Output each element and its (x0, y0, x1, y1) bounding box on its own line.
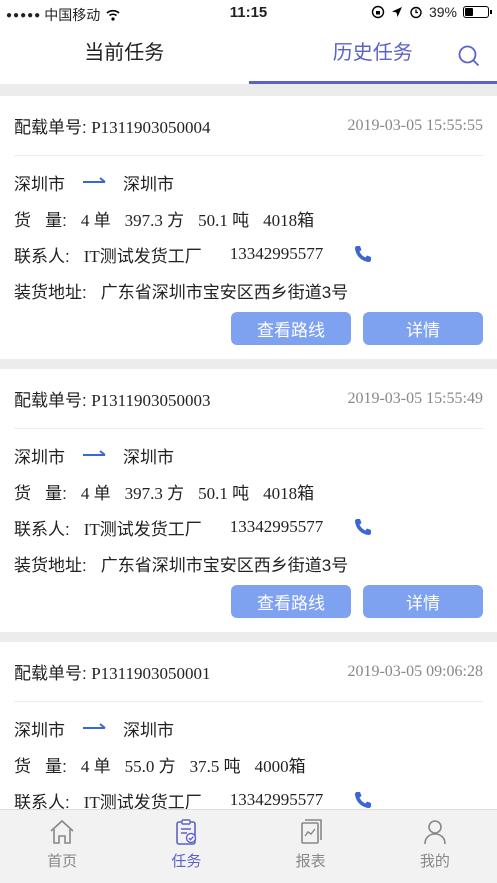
address-row: 装货地址: 广东省深圳市宝安区西乡街道3号 (14, 545, 483, 581)
nav-tasks[interactable]: 任务 (124, 810, 248, 883)
route-origin: 深圳市 (14, 174, 65, 194)
task-tabs: 当前任务 历史任务 (0, 26, 497, 84)
cargo-weight: 37.5 吨 (189, 756, 241, 776)
arrow-right-icon (83, 450, 106, 456)
cargo-weight: 50.1 吨 (198, 483, 250, 503)
contact-name: IT测试发货工厂 (83, 519, 202, 539)
order-number: 配载单号: P1311903050003 (14, 391, 211, 410)
order-list: 配载单号: P1311903050004 2019-03-05 15:55:55… (0, 96, 497, 828)
phone-icon[interactable] (353, 790, 373, 810)
alarm-icon (410, 6, 422, 19)
status-bar: ●●●●● 中国移动 11:15 39% (0, 0, 497, 26)
route-destination: 深圳市 (123, 720, 174, 740)
orientation-lock-icon (371, 5, 385, 19)
order-datetime: 2019-03-05 15:55:49 (347, 389, 483, 407)
cargo-orders: 4 单 (80, 483, 111, 503)
cargo-row: 货 量: 4 单 397.3 方 50.1 吨 4018箱 (14, 473, 483, 509)
card-actions: 查看路线 详情 (14, 581, 483, 632)
cargo-row: 货 量: 4 单 397.3 方 50.1 吨 4018箱 (14, 200, 483, 236)
contact-phone: 13342995577 (229, 517, 324, 536)
nav-tasks-label: 任务 (171, 853, 202, 870)
arrow-right-icon (83, 723, 106, 729)
cargo-label: 货 量: (14, 756, 67, 776)
location-arrow-icon (391, 7, 402, 17)
address-label: 装货地址: (14, 282, 87, 302)
tab-current-tasks[interactable]: 当前任务 (0, 26, 249, 84)
route-destination: 深圳市 (123, 447, 174, 467)
order-card[interactable]: 配载单号: P1311903050003 2019-03-05 15:55:49… (0, 369, 497, 632)
address-label: 装货地址: (14, 555, 87, 575)
details-button[interactable]: 详情 (363, 312, 483, 345)
cargo-boxes: 4018箱 (263, 210, 315, 230)
battery-icon (463, 6, 492, 18)
arrow-right-icon (83, 177, 106, 183)
contact-name: IT测试发货工厂 (83, 246, 202, 266)
battery-percent: 39% (428, 4, 457, 20)
address-value: 广东省深圳市宝安区西乡街道3号 (100, 555, 349, 575)
route-row: 深圳市 深圳市 (14, 710, 483, 746)
address-row: 装货地址: 广东省深圳市宝安区西乡街道3号 (14, 272, 483, 308)
details-button[interactable]: 详情 (363, 585, 483, 618)
contact-row: 联系人: IT测试发货工厂 13342995577 (14, 509, 483, 545)
contact-label: 联系人: (14, 519, 70, 539)
nav-reports[interactable]: 报表 (249, 810, 373, 883)
cargo-volume: 55.0 方 (124, 756, 176, 776)
order-header: 配载单号: P1311903050003 2019-03-05 15:55:49 (14, 369, 483, 429)
card-actions: 查看路线 详情 (14, 308, 483, 359)
home-icon (50, 819, 74, 844)
contact-row: 联系人: IT测试发货工厂 13342995577 (14, 236, 483, 272)
cargo-boxes: 4018箱 (263, 483, 315, 503)
bottom-nav: 首页 任务 报表 我的 (0, 809, 497, 883)
user-icon (424, 820, 446, 845)
nav-mine-label: 我的 (419, 853, 450, 870)
view-route-button[interactable]: 查看路线 (231, 312, 351, 345)
route-origin: 深圳市 (14, 720, 65, 740)
cargo-orders: 4 单 (80, 756, 111, 776)
cargo-boxes: 4000箱 (254, 756, 306, 776)
contact-phone: 13342995577 (229, 244, 324, 263)
nav-home[interactable]: 首页 (0, 810, 124, 883)
contact-label: 联系人: (14, 246, 70, 266)
cargo-weight: 50.1 吨 (198, 210, 250, 230)
order-number: 配载单号: P1311903050001 (14, 664, 211, 683)
order-datetime: 2019-03-05 15:55:55 (347, 116, 483, 134)
phone-icon[interactable] (353, 244, 373, 264)
cargo-label: 货 量: (14, 210, 67, 230)
cargo-orders: 4 单 (80, 210, 111, 230)
cargo-volume: 397.3 方 (124, 483, 185, 503)
order-datetime: 2019-03-05 09:06:28 (347, 662, 483, 680)
view-route-button[interactable]: 查看路线 (231, 585, 351, 618)
cargo-row: 货 量: 4 单 55.0 方 37.5 吨 4000箱 (14, 746, 483, 782)
clipboard-check-icon (176, 819, 197, 845)
route-row: 深圳市 深圳市 (14, 164, 483, 200)
cargo-label: 货 量: (14, 483, 67, 503)
route-origin: 深圳市 (14, 447, 65, 467)
order-card[interactable]: 配载单号: P1311903050004 2019-03-05 15:55:55… (0, 96, 497, 359)
contact-phone: 13342995577 (229, 790, 324, 809)
nav-mine[interactable]: 我的 (373, 810, 497, 883)
order-header: 配载单号: P1311903050001 2019-03-05 09:06:28 (14, 642, 483, 702)
order-number: 配载单号: P1311903050004 (14, 118, 211, 137)
report-icon (300, 819, 322, 844)
phone-icon[interactable] (353, 517, 373, 537)
order-card[interactable]: 配载单号: P1311903050001 2019-03-05 09:06:28… (0, 642, 497, 818)
nav-reports-label: 报表 (295, 853, 326, 870)
route-destination: 深圳市 (123, 174, 174, 194)
search-icon[interactable] (457, 44, 481, 68)
address-value: 广东省深圳市宝安区西乡街道3号 (100, 282, 349, 302)
order-header: 配载单号: P1311903050004 2019-03-05 15:55:55 (14, 96, 483, 156)
route-row: 深圳市 深圳市 (14, 437, 483, 473)
cargo-volume: 397.3 方 (124, 210, 185, 230)
nav-home-label: 首页 (47, 853, 78, 870)
